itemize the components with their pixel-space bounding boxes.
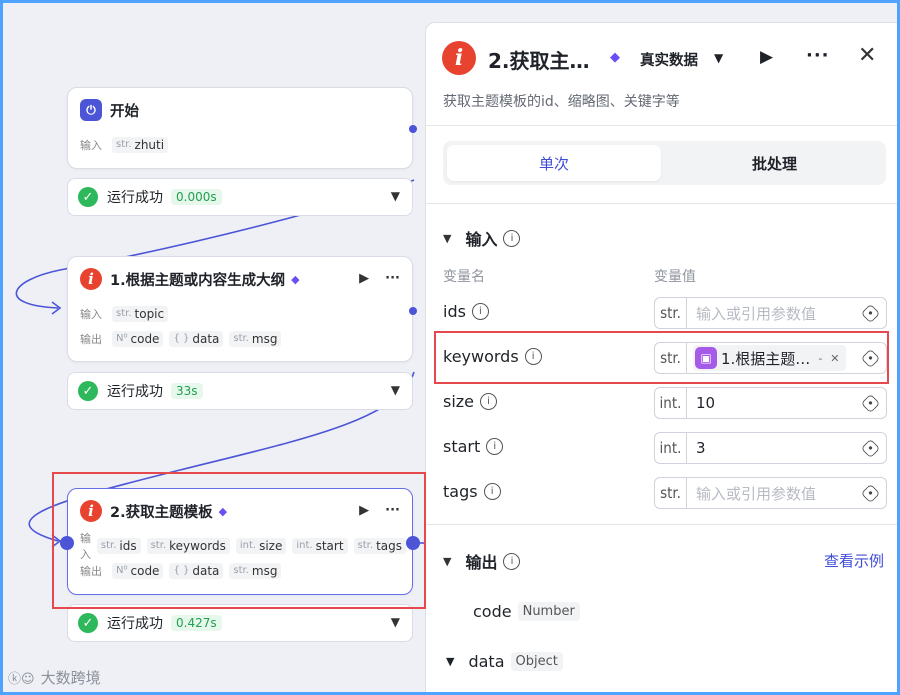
template-run-status[interactable]: ✓ 运行成功 0.427s ▼ (67, 604, 413, 642)
input-section-header[interactable]: ▼ 输入 i (443, 226, 521, 250)
node-outputs: 输出 N⁰ code { } data str. msg (68, 326, 412, 351)
more-icon[interactable]: ··· (385, 271, 400, 286)
start-node[interactable]: ⏻ 开始 输入 str. zhuti (67, 87, 417, 169)
outline-node[interactable]: i 1.根据主题或内容生成大纲 ◆ ▶ ··· 输入 str. topic 输出 … (67, 256, 417, 362)
info-icon[interactable]: i (480, 393, 498, 410)
run-time-badge: 0.000s (171, 189, 222, 205)
chevron-down-icon[interactable]: ▼ (443, 555, 451, 568)
size-field[interactable]: int. 10 (654, 387, 887, 419)
node-inputs: 输入 str. zhuti (68, 132, 412, 157)
ids-input[interactable]: 输入或引用参数值 (696, 303, 816, 324)
premium-diamond-icon: ◆ (291, 272, 300, 286)
divider (426, 203, 900, 204)
output-port[interactable] (409, 125, 417, 133)
run-mode-tabs: 单次 批处理 (443, 141, 886, 185)
more-icon[interactable]: ··· (806, 45, 830, 66)
node-logo-icon: i (80, 268, 102, 290)
divider (426, 125, 900, 126)
info-icon[interactable]: i (486, 438, 504, 455)
output-tag: { } data (169, 330, 224, 347)
start-icon: ⏻ (80, 99, 102, 121)
run-icon[interactable]: ▶ (359, 271, 369, 286)
run-time-badge: 0.427s (171, 615, 222, 631)
start-field[interactable]: int. 3 (654, 432, 887, 464)
panel-header: i 2.获取主… ◆ 真实数据 ▼ ▶ ··· ✕ (426, 23, 900, 93)
reference-variable-icon[interactable] (860, 303, 881, 324)
chevron-down-icon[interactable]: ▼ (391, 383, 400, 397)
data-mode-select[interactable]: 真实数据 (640, 49, 698, 70)
highlight-box-keywords (434, 331, 889, 384)
column-header-value: 变量值 (654, 269, 696, 285)
chevron-down-icon[interactable]: ▼ (391, 189, 400, 203)
start-run-status[interactable]: ✓ 运行成功 0.000s ▼ (67, 178, 413, 216)
panel-description: 获取主题模板的id、缩略图、关键字等 (443, 94, 680, 110)
ids-field[interactable]: str. 输入或引用参数值 (654, 297, 887, 329)
run-time-badge: 33s (171, 383, 203, 399)
divider (426, 524, 900, 525)
start-input[interactable]: 3 (696, 439, 706, 457)
panel-title: 2.获取主… (488, 49, 590, 73)
info-icon[interactable]: i (503, 552, 521, 570)
close-icon[interactable]: ✕ (858, 43, 876, 68)
chevron-down-icon[interactable]: ▼ (443, 232, 451, 245)
info-icon[interactable]: i (503, 229, 521, 247)
reference-variable-icon[interactable] (860, 393, 881, 414)
tab-batch[interactable]: 批处理 (667, 145, 882, 181)
type-label: str. (655, 478, 687, 508)
output-field-code: code Number (473, 602, 580, 621)
column-header-name: 变量名 (443, 269, 485, 285)
type-label: str. (655, 298, 687, 328)
output-tag: N⁰ code (112, 330, 164, 347)
output-port[interactable] (409, 307, 417, 315)
node-inputs: 输入 str. topic (68, 301, 412, 326)
input-tag: str. zhuti (112, 136, 169, 153)
size-input[interactable]: 10 (696, 394, 715, 412)
check-icon: ✓ (78, 381, 98, 401)
info-icon[interactable]: i (471, 303, 489, 320)
tags-input[interactable]: 输入或引用参数值 (696, 483, 816, 504)
chevron-down-icon[interactable]: ▼ (391, 615, 400, 629)
premium-diamond-icon: ◆ (610, 50, 620, 65)
watermark-logo-icon: ⓚ☺ (8, 672, 35, 687)
node-title: 开始 (110, 103, 139, 120)
param-row-ids: ids i str. 输入或引用参数值 (443, 297, 888, 329)
outline-run-status[interactable]: ✓ 运行成功 33s ▼ (67, 372, 413, 410)
node-logo-icon: i (442, 41, 476, 75)
node-title: 1.根据主题或内容生成大纲 (110, 272, 286, 289)
reference-variable-icon[interactable] (860, 438, 881, 459)
tags-field[interactable]: str. 输入或引用参数值 (654, 477, 887, 509)
view-example-link[interactable]: 查看示例 (824, 550, 884, 571)
type-label: int. (655, 433, 687, 463)
reference-variable-icon[interactable] (860, 483, 881, 504)
check-icon: ✓ (78, 187, 98, 207)
output-field-data[interactable]: ▼ data Object (446, 652, 563, 671)
tab-single[interactable]: 单次 (447, 145, 661, 181)
output-section-header[interactable]: ▼ 输出 i (443, 549, 521, 573)
run-icon[interactable]: ▶ (760, 47, 773, 67)
check-icon: ✓ (78, 613, 98, 633)
info-icon[interactable]: i (483, 483, 501, 500)
type-label: int. (655, 388, 687, 418)
caret-down-icon[interactable]: ▼ (714, 51, 723, 65)
chevron-down-icon[interactable]: ▼ (446, 655, 454, 668)
highlight-box-node (52, 472, 426, 609)
type-badge: Number (517, 602, 580, 621)
param-row-start: start i int. 3 (443, 432, 888, 464)
watermark: ⓚ☺ 大数跨境 (8, 669, 101, 687)
output-tag: str. msg (229, 330, 282, 347)
input-tag: str. topic (112, 305, 169, 322)
param-row-size: size i int. 10 (443, 387, 888, 419)
param-row-tags: tags i str. 输入或引用参数值 (443, 477, 888, 509)
type-badge: Object (510, 652, 563, 671)
